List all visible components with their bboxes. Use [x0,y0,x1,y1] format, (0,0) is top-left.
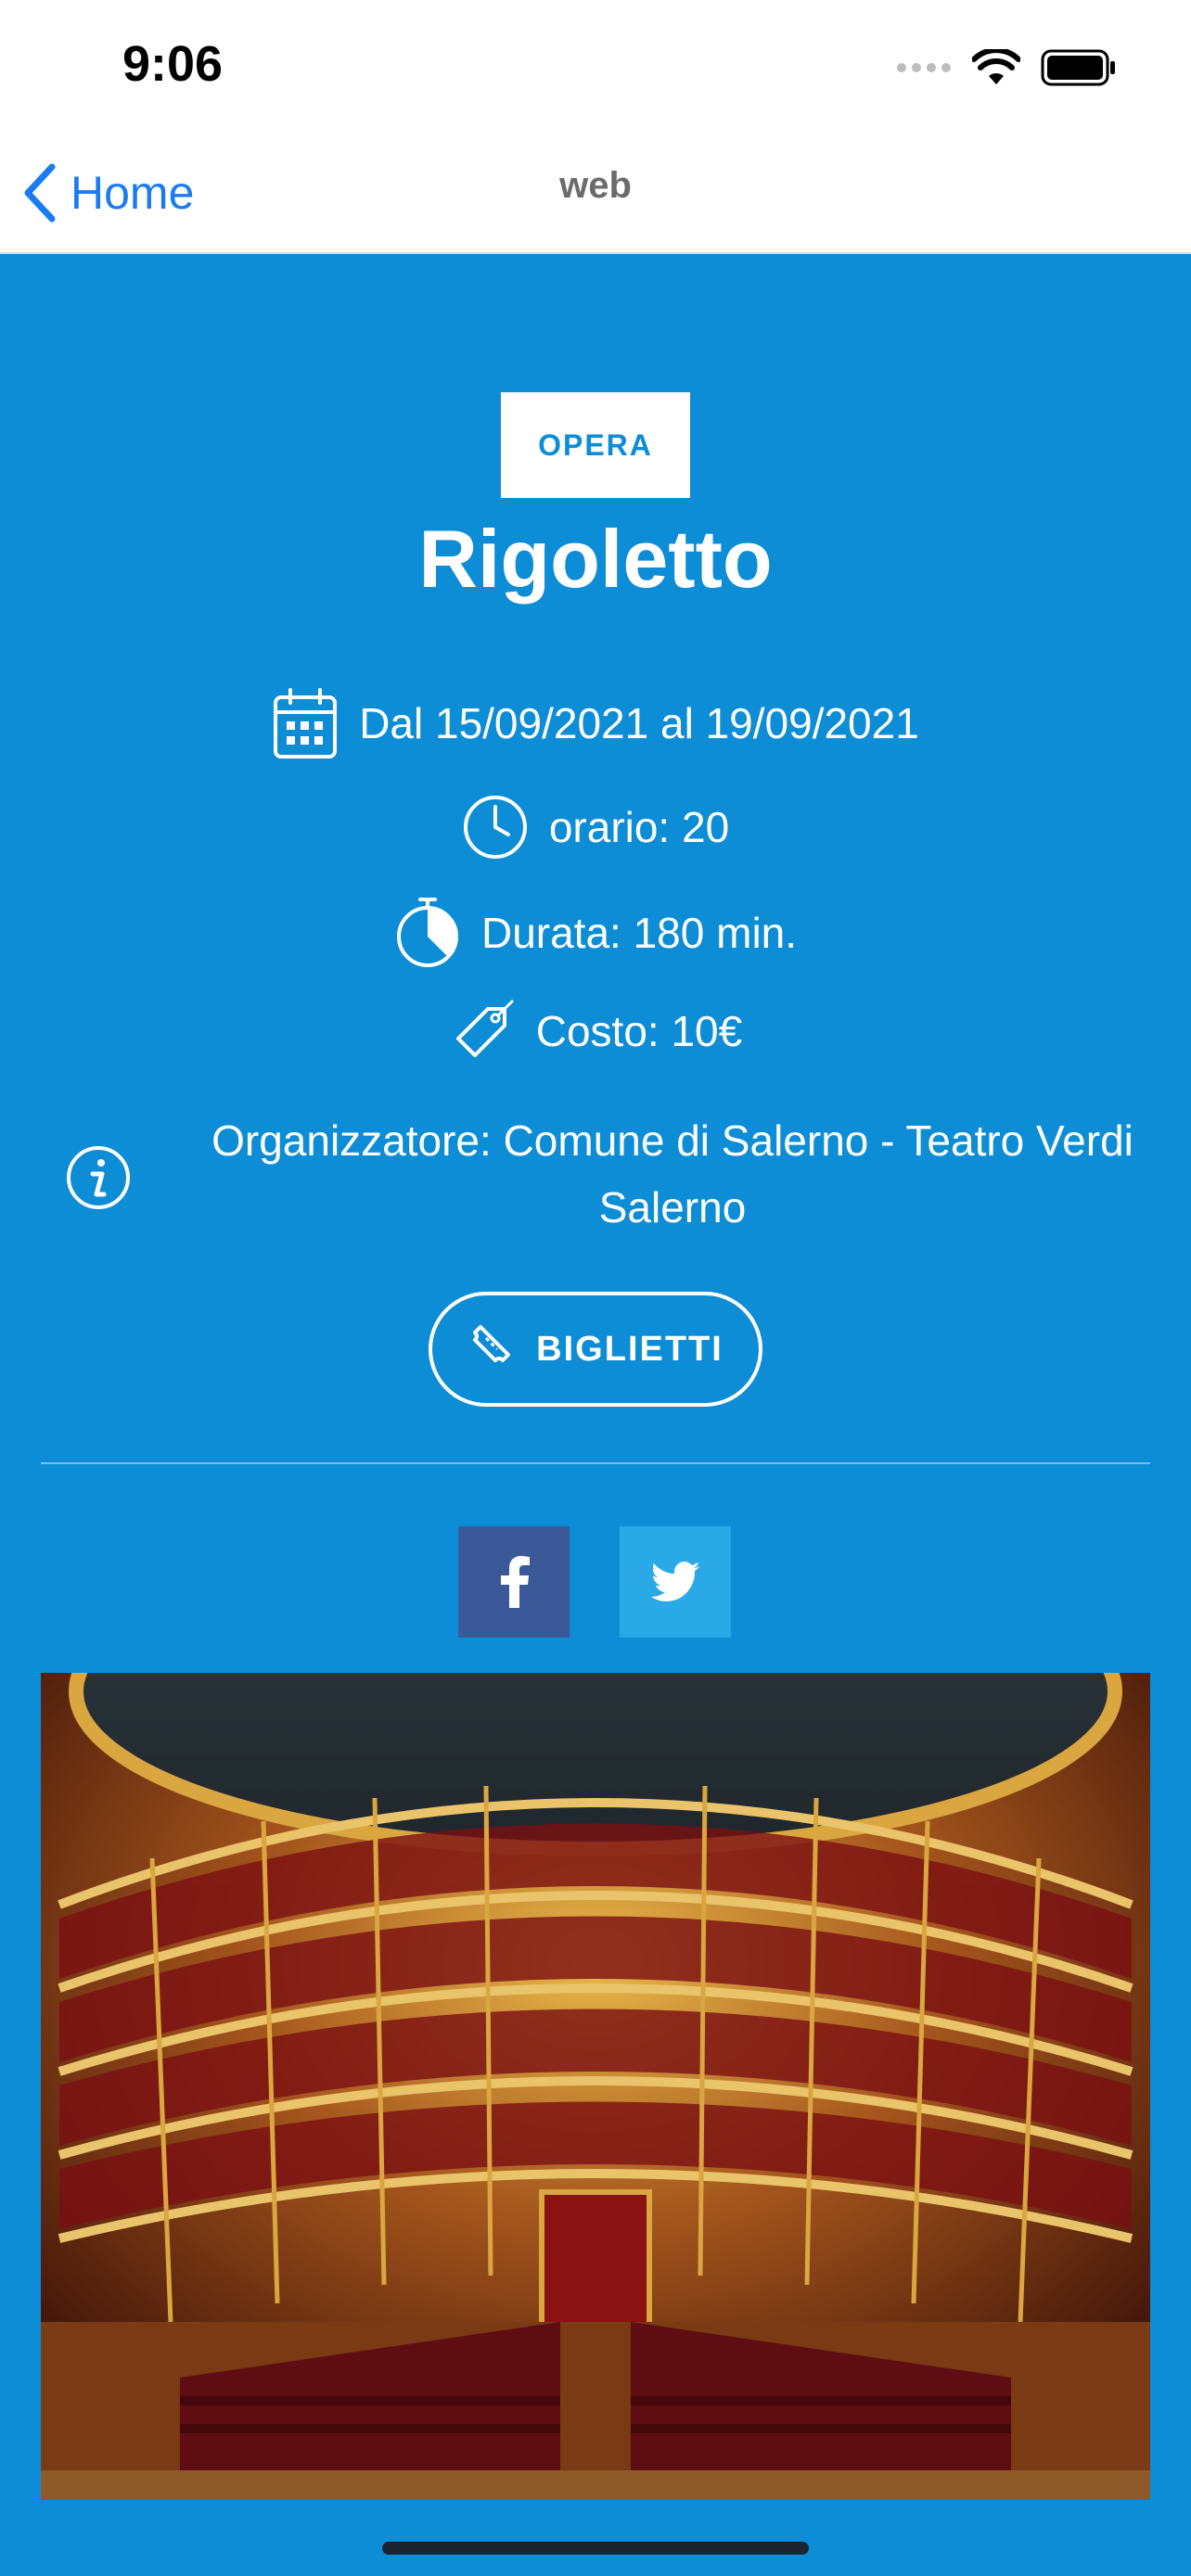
category-badge: OPERA [501,392,690,498]
nav-title: web [559,165,632,206]
twitter-share-button[interactable] [620,1526,731,1638]
battery-icon [1041,49,1115,86]
event-organizer: Organizzatore: Comune di Salerno - Teatr… [211,1116,1133,1231]
event-dates: Dal 15/09/2021 al 19/09/2021 [359,699,919,747]
event-organizer-row: Organizzatore: Comune di Salerno - Teatr… [56,1107,1150,1256]
event-duration-row: Durata: 180 min. [0,896,1191,970]
ticket-icon [467,1321,514,1377]
event-time: orario: 20 [548,803,730,851]
calendar-icon [272,686,339,760]
event-detail: OPERA Rigoletto Dal 15/09/2021 al 19/09/… [0,256,1191,2576]
divider [41,1462,1150,1464]
stopwatch-icon [394,896,461,970]
status-icons [896,46,1117,89]
event-cost: Costo: 10€ [535,1007,743,1055]
event-dates-row: Dal 15/09/2021 al 19/09/2021 [0,686,1191,760]
event-title: Rigoletto [418,513,773,605]
status-bar: 9:06 [0,0,1191,130]
facebook-share-button[interactable] [458,1526,570,1638]
facebook-icon [501,1556,530,1608]
tickets-button[interactable]: BIGLIETTI [429,1292,762,1407]
wifi-icon [972,49,1020,84]
event-time-row: orario: 20 [0,794,1191,861]
info-icon [65,1144,132,1216]
venue-photo [41,1673,1150,2500]
home-indicator [382,2542,809,2555]
twitter-icon [651,1562,699,1601]
event-duration: Durata: 180 min. [480,909,798,957]
cellular-signal-icon [897,63,951,72]
tickets-button-label: BIGLIETTI [536,1329,724,1369]
event-cost-row: Costo: 10€ [0,998,1191,1065]
price-tag-icon [449,998,516,1065]
clock-icon [462,794,529,861]
status-time: 9:06 [122,36,224,92]
navigation-bar: Home web [0,130,1191,254]
